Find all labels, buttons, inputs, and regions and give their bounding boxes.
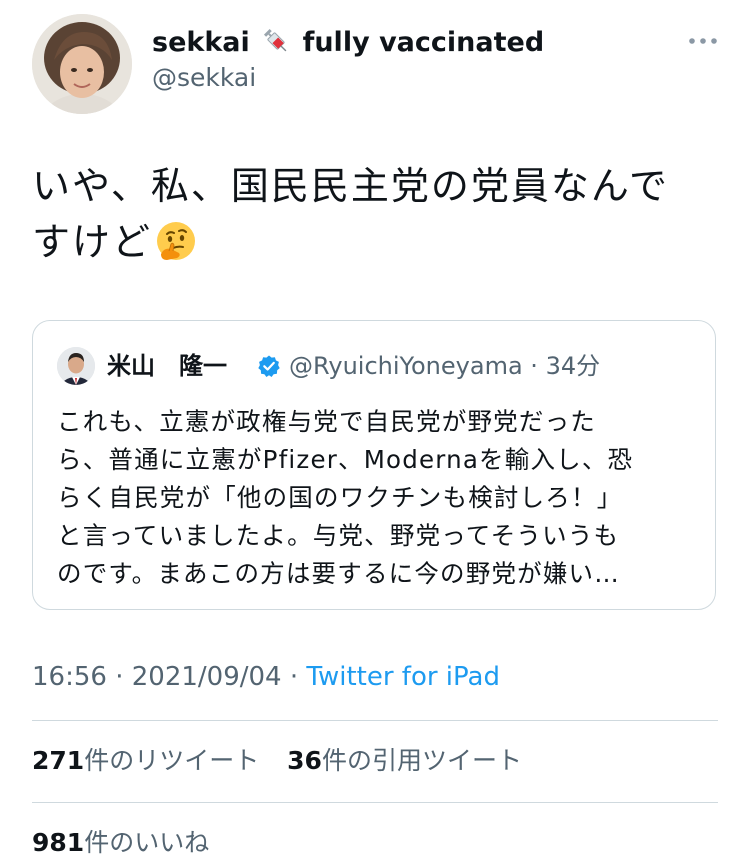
quoted-avatar-photo xyxy=(57,347,95,385)
retweet-count: 271 xyxy=(32,746,85,775)
quoted-tweet-header: 米山 隆一 @RyuichiYoneyama · 34分 xyxy=(57,347,695,385)
timestamp-separator: · xyxy=(115,662,124,692)
quoted-tweet-meta: @RyuichiYoneyama · 34分 xyxy=(289,350,600,382)
author-display-name[interactable]: sekkai fully vaccinated xyxy=(152,26,544,60)
tweet-client-link[interactable]: Twitter for iPad xyxy=(306,662,500,692)
quoted-tweet-card[interactable]: 米山 隆一 @RyuichiYoneyama · 34分 これも、立憲が政権与党… xyxy=(32,320,716,610)
quoted-tweet-time: 34分 xyxy=(545,352,601,380)
likes-stats-row: 981件のいいね xyxy=(32,826,209,860)
engagement-stats-row: 271件のリツイート 36件の引用ツイート xyxy=(32,744,522,778)
timestamp-separator: · xyxy=(289,662,299,692)
retweets-stat[interactable]: 271件のリツイート xyxy=(32,744,259,778)
quoted-text-line: らく自民党が「他の国のワクチンも検討しろ！」 xyxy=(57,483,623,512)
quote-tweet-label: 件の引用ツイート xyxy=(321,746,522,775)
tweet-text-line-1: いや、私、国民民主党の党員なんで xyxy=(32,164,669,208)
syringe-emoji xyxy=(261,26,291,56)
quoted-author-handle: @RyuichiYoneyama xyxy=(289,352,523,380)
quoted-text-line: ら、普通に立憲がPfizer、Modernaを輸入し、恐 xyxy=(57,445,634,474)
tweet-time[interactable]: 16:56 xyxy=(32,662,107,692)
quote-tweet-count: 36 xyxy=(287,746,322,775)
tweet-date[interactable]: 2021/09/04 xyxy=(132,662,282,692)
display-name-text: sekkai xyxy=(152,27,250,58)
like-count: 981 xyxy=(32,828,85,857)
more-icon[interactable] xyxy=(688,36,718,46)
retweet-label: 件のリツイート xyxy=(84,746,260,775)
quoted-author-avatar xyxy=(57,347,95,385)
tweet-header: sekkai fully vaccinated @sekkai xyxy=(32,14,718,114)
divider xyxy=(32,720,718,721)
author-handle[interactable]: @sekkai xyxy=(152,62,544,94)
quoted-tweet-text: これも、立憲が政権与党で自民党が野党だった ら、普通に立憲がPfizer、Mod… xyxy=(57,403,697,593)
author-avatar[interactable] xyxy=(32,14,132,114)
author-names: sekkai fully vaccinated @sekkai xyxy=(152,26,544,94)
quote-tweets-stat[interactable]: 36件の引用ツイート xyxy=(287,744,522,778)
quoted-text-line: のです。まあこの方は要するに今の野党が嫌い… xyxy=(57,559,620,588)
avatar-photo xyxy=(32,14,132,114)
like-label: 件のいいね xyxy=(84,828,210,857)
divider xyxy=(32,802,718,803)
tweet-timestamp-row: 16:56 · 2021/09/04 · Twitter for iPad xyxy=(32,660,500,694)
thinking-face-emoji xyxy=(155,220,197,262)
quoted-text-line: これも、立憲が政権与党で自民党が野党だった xyxy=(57,407,596,436)
tweet-text-line-2-text: すけど xyxy=(32,220,153,264)
quoted-author-name: 米山 隆一 xyxy=(107,352,227,380)
tweet-text: いや、私、国民民主党の党員なんで すけど xyxy=(32,158,712,270)
display-name-suffix: fully vaccinated xyxy=(302,27,545,58)
verified-badge-icon xyxy=(258,355,280,377)
quoted-meta-separator: · xyxy=(530,352,538,380)
tweet-text-line-2: すけど xyxy=(32,214,712,270)
quoted-text-line: と言っていましたよ。与党、野党ってそういうも xyxy=(57,521,620,550)
likes-stat[interactable]: 981件のいいね xyxy=(32,826,209,860)
